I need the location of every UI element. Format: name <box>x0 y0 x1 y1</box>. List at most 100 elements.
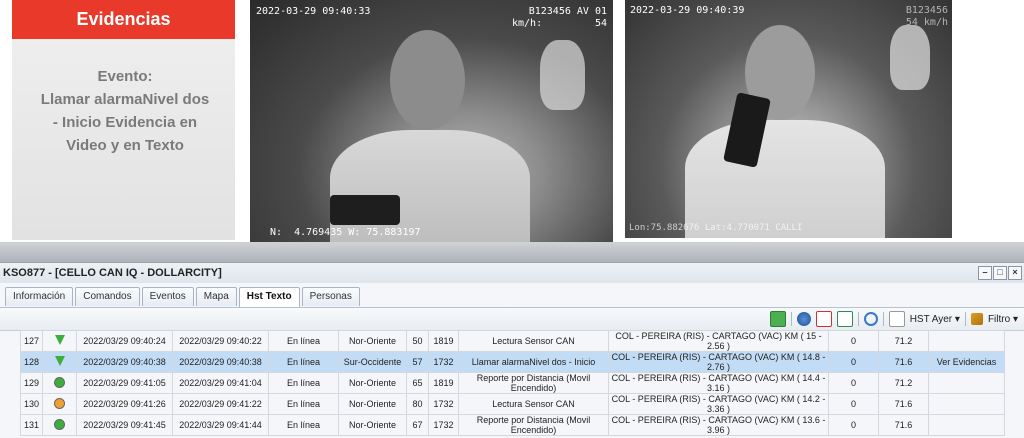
tab-hst-texto[interactable]: Hst Texto <box>238 287 300 308</box>
speed: 80 <box>406 393 429 415</box>
camera-frame-1: 2022-03-29 09:40:33 B123456 AV 01 km/h: … <box>250 0 613 244</box>
server-time: 2022/03/29 09:41:22 <box>172 393 269 415</box>
filter-icon <box>970 313 983 325</box>
location: COL - PEREIRA (RIS) - CARTAGO (VAC) KM (… <box>608 372 829 394</box>
cam1-speed-label: km/h: <box>512 18 543 29</box>
online-status: En línea <box>268 414 339 436</box>
tab-bar: Información Comandos Eventos Mapa Hst Te… <box>5 287 360 308</box>
window-title: KSO877 - [CELLO CAN IQ - DOLLARCITY] <box>3 267 222 279</box>
location: COL - PEREIRA (RIS) - CARTAGO (VAC) KM (… <box>608 414 829 436</box>
filter-label: Filtro <box>987 313 1011 325</box>
gps-time: 2022/03/29 09:40:38 <box>76 351 173 373</box>
table-row[interactable]: 131 2022/03/29 09:41:45 2022/03/29 09:41:4… <box>20 414 1005 436</box>
gps-time: 2022/03/29 09:41:05 <box>76 372 173 394</box>
status-icon <box>42 351 77 373</box>
event-name: Lectura Sensor CAN <box>458 330 609 352</box>
event-name: Reporte por Distancia (Movil Encendido) <box>458 414 609 436</box>
cam2-timestamp: 2022-03-29 09:40:39 <box>630 5 745 16</box>
online-status: En línea <box>268 330 339 352</box>
spreadsheet-icon[interactable] <box>836 311 853 327</box>
evidence-link[interactable] <box>928 414 1005 436</box>
cam2-speed: 54 km/h <box>905 17 948 28</box>
location: COL - PEREIRA (RIS) - CARTAGO (VAC) KM (… <box>608 393 829 415</box>
person-head <box>390 30 465 130</box>
value-v: 71.6 <box>878 393 929 415</box>
table-row[interactable]: 129 2022/03/29 09:41:05 2022/03/29 09:41:0… <box>20 372 1005 394</box>
tab-informacion[interactable]: Información <box>5 287 74 306</box>
event-name: Reporte por Distancia (Movil Encendido) <box>458 372 609 394</box>
value-n: 0 <box>828 351 879 373</box>
tab-personas[interactable]: Personas <box>301 287 360 306</box>
status-dot-icon <box>54 376 65 388</box>
speed: 50 <box>406 330 429 352</box>
cam1-unit: B123456 AV 01 <box>528 6 607 17</box>
globe-icon[interactable] <box>796 312 811 326</box>
cam1-coords: N: 4.769435 W: 75.883197 <box>270 227 421 238</box>
value-v: 71.2 <box>878 372 929 394</box>
filter-button[interactable]: Filtro ▾ <box>988 314 1018 325</box>
value-n: 0 <box>828 372 879 394</box>
close-button[interactable]: × <box>1008 266 1022 280</box>
row-id: 131 <box>20 414 43 436</box>
server-time: 2022/03/29 09:41:44 <box>172 414 269 436</box>
cam2-unit: B123456 <box>905 5 948 16</box>
evidence-header: Evidencias <box>12 0 235 39</box>
separator <box>964 312 966 326</box>
hst-ayer-button[interactable]: HST Ayer ▾ <box>910 314 960 325</box>
table-row[interactable]: 130 2022/03/29 09:41:26 2022/03/29 09:41:2… <box>20 393 1005 415</box>
cam1-speed: 54 <box>594 18 607 29</box>
hst-ayer-label: HST Ayer <box>909 313 953 325</box>
arrow-icon <box>54 356 65 366</box>
value-v: 71.6 <box>878 351 929 373</box>
direction: Nor-Oriente <box>338 414 407 436</box>
skull-sticker <box>890 25 930 90</box>
table-row[interactable]: 128 2022/03/29 09:40:38 2022/03/29 09:40:3… <box>20 351 1005 373</box>
odometer: 1732 <box>428 351 459 373</box>
tab-comandos[interactable]: Comandos <box>75 287 140 306</box>
status-dot-icon <box>54 418 65 430</box>
speed: 65 <box>406 372 429 394</box>
evidence-slide: Evidencias Evento: Llamar alarmaNivel do… <box>0 0 1024 262</box>
direction: Nor-Oriente <box>338 330 407 352</box>
server-time: 2022/03/29 09:40:38 <box>172 351 269 373</box>
row-id: 129 <box>20 372 43 394</box>
evidence-link[interactable] <box>928 372 1005 394</box>
cam2-coords: Lon:75.882676 Lat:4.770071 CALLI <box>629 223 803 233</box>
evidence-link[interactable] <box>928 393 1005 415</box>
tab-eventos[interactable]: Eventos <box>141 287 194 306</box>
minimize-button[interactable]: – <box>978 266 992 280</box>
pdf-icon[interactable] <box>815 311 832 327</box>
event-label: Evento: <box>97 68 153 85</box>
direction: Nor-Oriente <box>338 372 407 394</box>
camera-frame-2: 2022-03-29 09:40:39 B123456 54 km/h Lon:… <box>625 0 952 238</box>
event-name: Lectura Sensor CAN <box>458 393 609 415</box>
maximize-button[interactable]: □ <box>993 266 1007 280</box>
gps-time: 2022/03/29 09:41:26 <box>76 393 173 415</box>
direction: Nor-Oriente <box>338 393 407 415</box>
evidence-link[interactable] <box>928 330 1005 352</box>
tab-mapa[interactable]: Mapa <box>195 287 237 306</box>
odometer: 1732 <box>428 414 459 436</box>
online-status: En línea <box>268 393 339 415</box>
event-description: Evento: Llamar alarmaNivel dos - Inicio … <box>40 65 210 157</box>
cam1-timestamp: 2022-03-29 09:40:33 <box>256 6 371 17</box>
divider-strip <box>0 242 1024 262</box>
value-n: 0 <box>828 414 879 436</box>
value-n: 0 <box>828 393 879 415</box>
gps-time: 2022/03/29 09:41:45 <box>76 414 173 436</box>
table-row[interactable]: 127 2022/03/29 09:40:24 2022/03/29 09:40:2… <box>20 330 1005 352</box>
event-name: Llamar alarmaNivel dos - Inicio <box>458 351 609 373</box>
odometer: 1819 <box>428 330 459 352</box>
gps-time: 2022/03/29 09:40:24 <box>76 330 173 352</box>
history-grid: 127 2022/03/29 09:40:24 2022/03/29 09:40:2… <box>20 330 1024 438</box>
event-text: Llamar alarmaNivel dos - Inicio Evidenci… <box>40 91 210 154</box>
evidence-link[interactable]: Ver Evidencias <box>928 351 1005 373</box>
online-status: En línea <box>268 351 339 373</box>
excel-export-icon[interactable] <box>769 311 786 327</box>
speed: 57 <box>406 351 429 373</box>
refresh-icon[interactable] <box>863 312 878 326</box>
value-v: 71.2 <box>878 330 929 352</box>
history-table: 127 2022/03/29 09:40:24 2022/03/29 09:40:2… <box>20 330 1005 436</box>
server-time: 2022/03/29 09:41:04 <box>172 372 269 394</box>
copy-icon[interactable] <box>888 311 905 327</box>
